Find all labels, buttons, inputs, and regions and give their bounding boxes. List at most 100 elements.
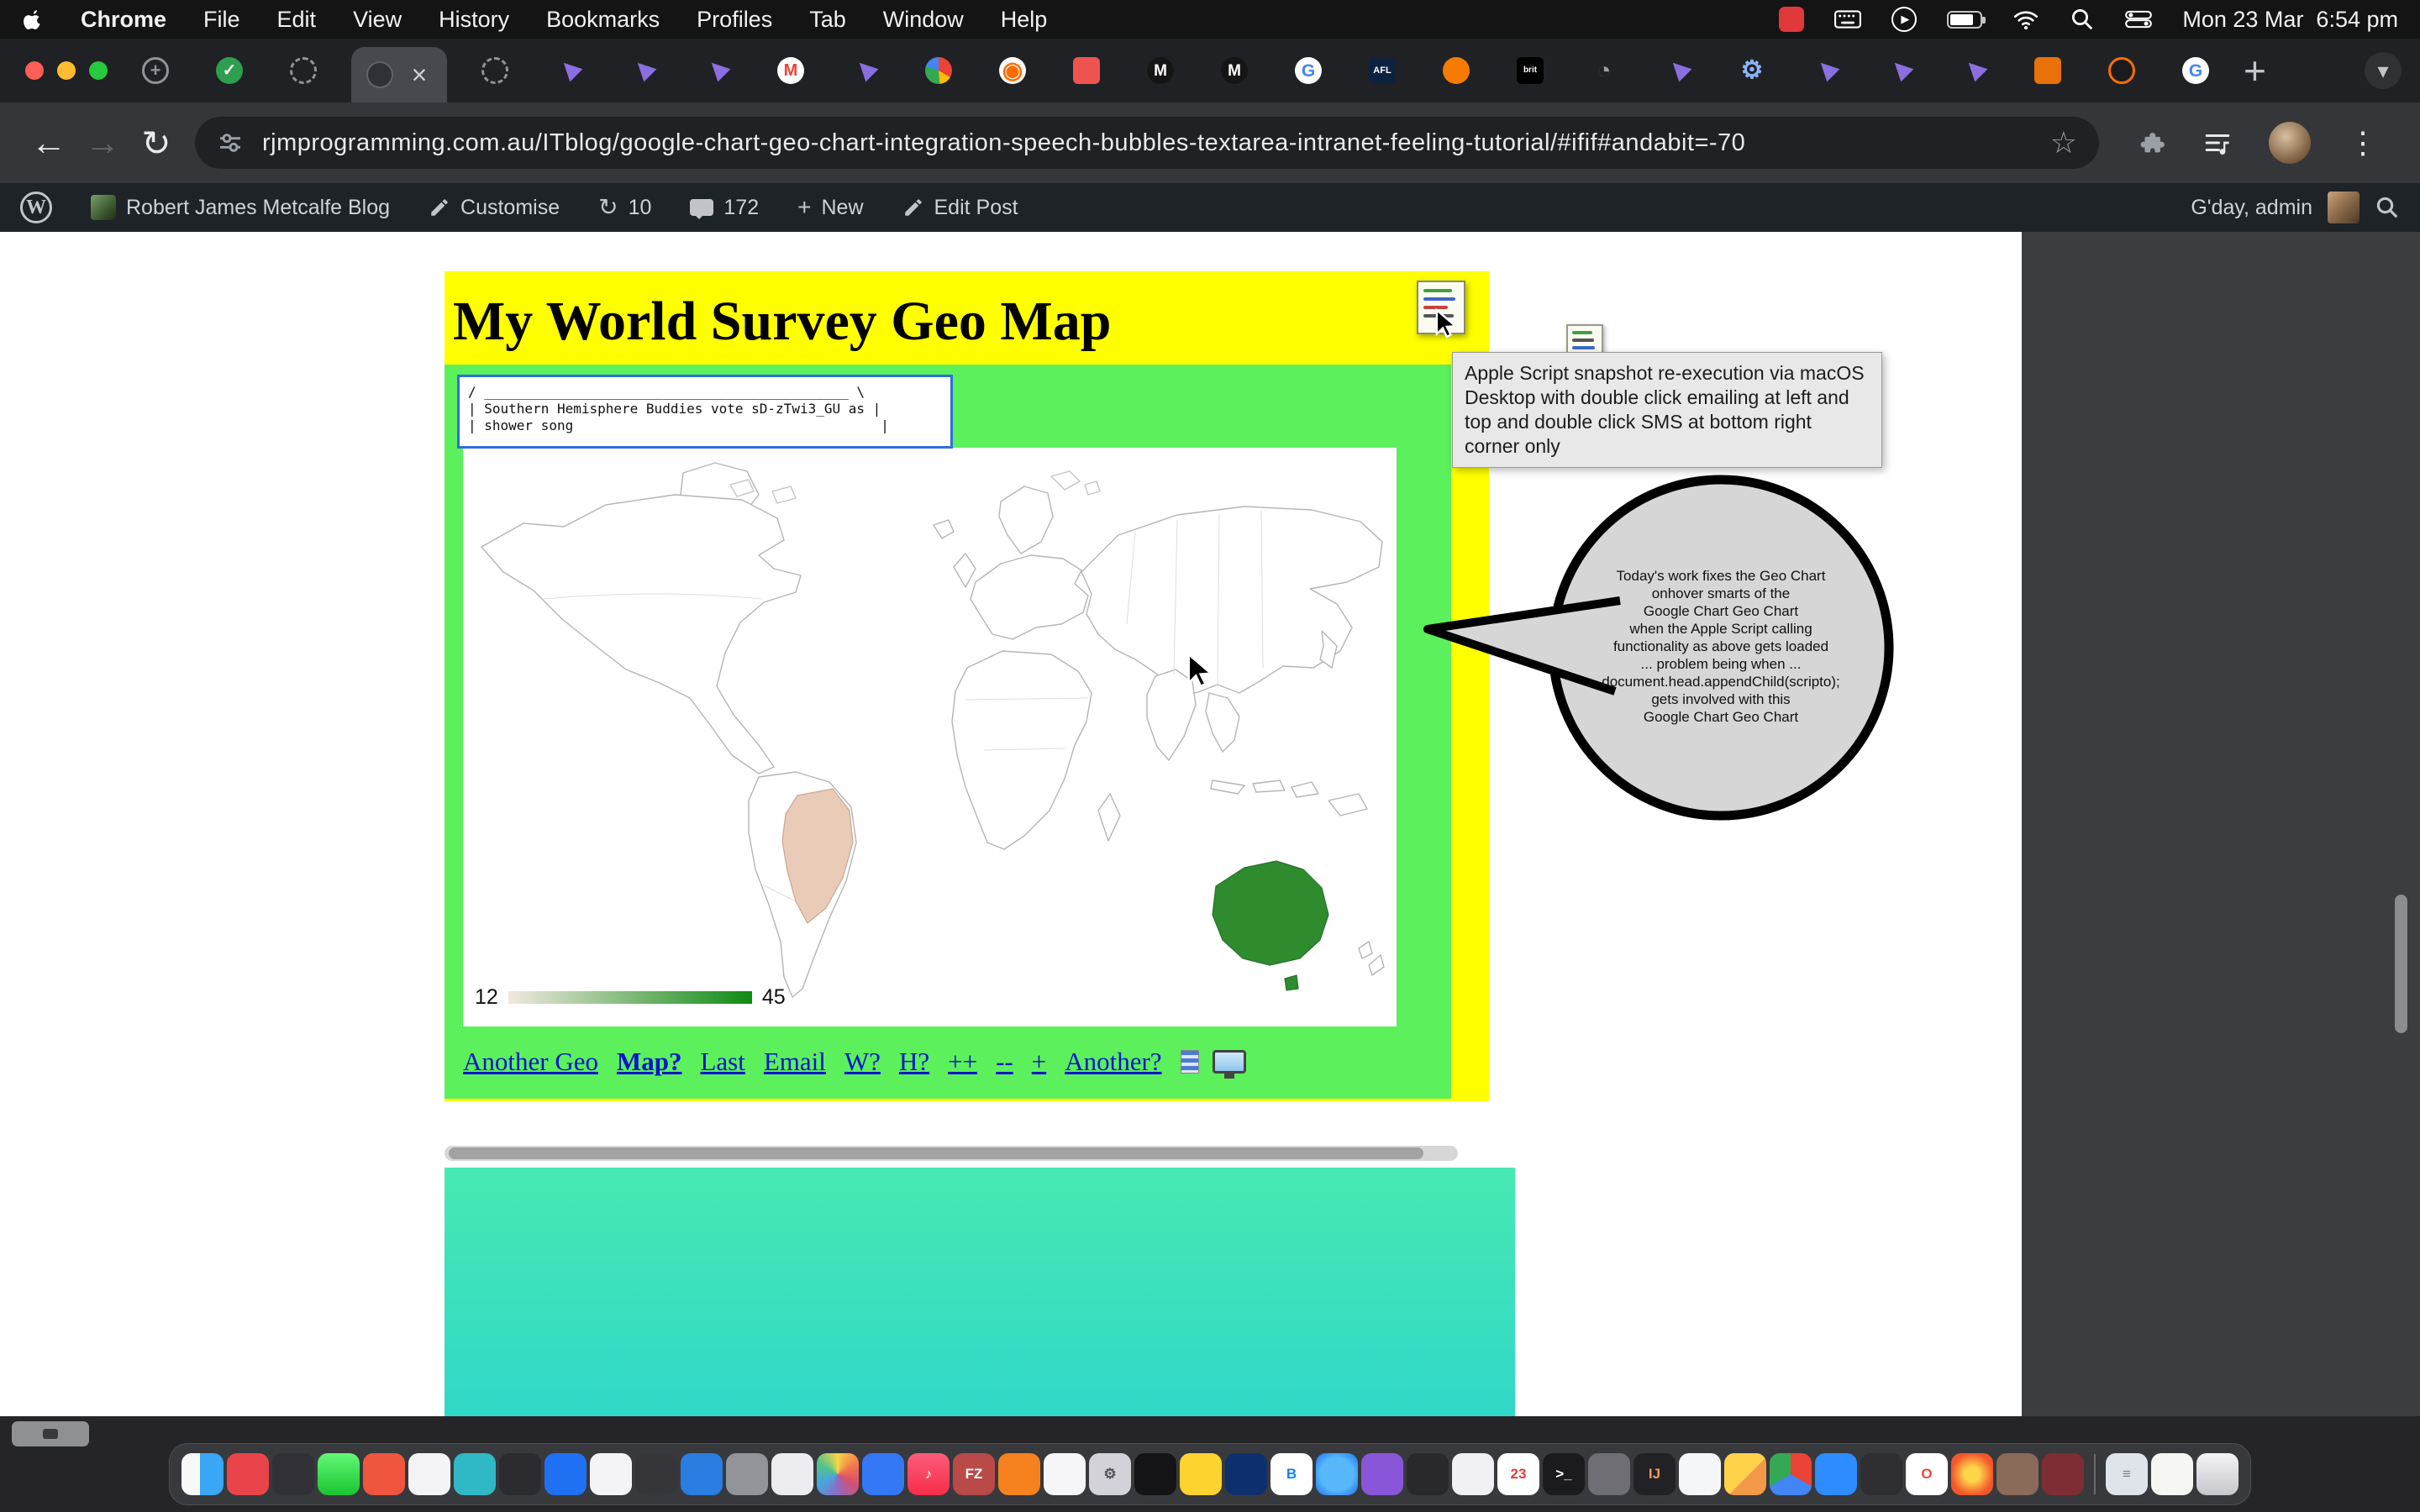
apple-menu-icon[interactable] — [22, 8, 44, 30]
dock-zoom[interactable] — [1815, 1453, 1857, 1495]
active-tab[interactable]: × — [351, 47, 447, 102]
menu-view[interactable]: View — [353, 7, 402, 33]
dock-trash[interactable] — [2196, 1453, 2238, 1495]
pinned-tab-cursor-purple-8[interactable]: ▶ — [1948, 45, 2000, 97]
new-content-menu[interactable]: + New — [797, 196, 863, 220]
profile-avatar[interactable] — [2269, 122, 2311, 164]
battery-icon[interactable] — [1947, 11, 1982, 29]
dock-purple-app[interactable] — [1361, 1453, 1403, 1495]
url-text[interactable]: rjmprogramming.com.au/ITblog/google-char… — [262, 129, 2032, 157]
dock-gray-app[interactable] — [726, 1453, 768, 1495]
tab-close-icon[interactable]: × — [407, 60, 432, 91]
page-vertical-scrollbar[interactable] — [2395, 895, 2407, 1033]
tab-search-chevron-icon[interactable]: ▾ — [2365, 52, 2402, 89]
iframe-horizontal-scrollbar[interactable] — [445, 1146, 1458, 1161]
pinned-tab-google-2[interactable]: G — [2170, 45, 2222, 97]
link-another-geo[interactable]: Another Geo — [463, 1047, 598, 1077]
pinned-tab-cursor-purple-6[interactable]: ▶ — [1800, 45, 1852, 97]
pinned-tab-cursor-purple-1[interactable]: ▶ — [543, 45, 595, 97]
chart-list-icon[interactable] — [1181, 1050, 1199, 1074]
dock-apple-tv[interactable] — [1134, 1453, 1176, 1495]
spotlight-search-icon[interactable] — [2070, 7, 2095, 32]
pinned-tab-chrome[interactable] — [913, 45, 965, 97]
dock-camera-app[interactable] — [1588, 1453, 1630, 1495]
link-map[interactable]: Map? — [617, 1047, 682, 1077]
dock-finder[interactable] — [182, 1453, 224, 1495]
media-controls-icon[interactable] — [2203, 129, 2232, 157]
menu-edit[interactable]: Edit — [277, 7, 317, 33]
dock-intellij[interactable]: IJ — [1634, 1453, 1676, 1495]
dock-safari[interactable] — [1316, 1453, 1358, 1495]
dock-pinwheel-app[interactable] — [1860, 1453, 1902, 1495]
pinned-tab-coral-app[interactable] — [1060, 45, 1113, 97]
link-another[interactable]: Another? — [1065, 1047, 1161, 1077]
status-app-icon[interactable] — [1779, 7, 1804, 32]
comments-menu[interactable]: 172 — [690, 196, 759, 220]
computer-icon[interactable] — [1213, 1050, 1246, 1074]
link-h[interactable]: H? — [899, 1047, 929, 1077]
dock-red-app[interactable] — [227, 1453, 269, 1495]
dock-photos[interactable] — [817, 1453, 859, 1495]
wp-logo-menu[interactable]: W — [20, 192, 52, 223]
menu-help[interactable]: Help — [1001, 7, 1048, 33]
dock-terminal[interactable]: >_ — [1543, 1453, 1585, 1495]
menu-tab[interactable]: Tab — [809, 7, 846, 33]
wifi-icon[interactable] — [2012, 6, 2039, 33]
site-name-menu[interactable]: Robert James Metcalfe Blog — [91, 195, 390, 220]
keyboard-input-icon[interactable] — [1834, 10, 1861, 29]
link-[interactable]: ++ — [948, 1047, 977, 1077]
back-button[interactable]: ← — [22, 123, 76, 163]
pinned-tab-dashed-circle-2[interactable] — [469, 45, 521, 97]
link-email[interactable]: Email — [764, 1047, 826, 1077]
dock-chrome[interactable] — [1770, 1453, 1812, 1495]
pinned-tab-cursor-purple-7[interactable]: ▶ — [1874, 45, 1926, 97]
menu-profiles[interactable]: Profiles — [697, 7, 772, 33]
close-window-button[interactable] — [25, 61, 44, 80]
dock-system-settings[interactable]: ⚙ — [1089, 1453, 1131, 1495]
dock-maps[interactable] — [590, 1453, 632, 1495]
menu-window[interactable]: Window — [883, 7, 964, 33]
forward-button[interactable]: → — [76, 123, 129, 163]
dock-blue-app-1[interactable] — [544, 1453, 587, 1495]
edit-post-menu[interactable]: Edit Post — [902, 196, 1018, 220]
pinned-tab-gmail[interactable]: M — [765, 45, 817, 97]
pinned-tab-medium-1[interactable]: M — [1134, 45, 1186, 97]
dock-orange-red-app[interactable] — [363, 1453, 405, 1495]
extensions-puzzle-icon[interactable] — [2138, 129, 2166, 157]
menubar-clock[interactable]: Mon 23 Mar 6:54 pm — [2182, 7, 2398, 33]
pinned-tab-afl[interactable]: AFL — [1356, 45, 1408, 97]
greeting-label[interactable]: G'day, admin — [2191, 196, 2312, 220]
pinned-tab-orange-circle[interactable] — [1430, 45, 1482, 97]
menu-bookmarks[interactable]: Bookmarks — [546, 7, 660, 33]
control-center-icon[interactable] — [2125, 10, 2152, 29]
pinned-tab-dashed-circle[interactable] — [277, 45, 329, 97]
address-bar[interactable]: rjmprogramming.com.au/ITblog/google-char… — [195, 117, 2099, 169]
dock-blue-app-3[interactable] — [862, 1453, 904, 1495]
pinned-tab-cursor-purple-4[interactable]: ▶ — [839, 45, 891, 97]
pinned-tab-check-green[interactable]: ✓ — [203, 45, 255, 97]
dock-orange-app[interactable] — [998, 1453, 1040, 1495]
dock-filezilla[interactable]: FZ — [953, 1453, 995, 1495]
dock-opera[interactable]: O — [1906, 1453, 1948, 1495]
pinned-tab-history-clock[interactable]: ◔ — [1578, 45, 1630, 97]
desktop-widget-pill[interactable] — [12, 1421, 89, 1446]
dock-navy-app[interactable] — [1225, 1453, 1267, 1495]
dock-teal-app[interactable] — [454, 1453, 496, 1495]
zoom-window-button[interactable] — [89, 61, 108, 80]
menu-history[interactable]: History — [439, 7, 509, 33]
speech-bubble-textarea[interactable]: / ______________________________________… — [457, 375, 953, 449]
dock-yellow-app[interactable] — [1180, 1453, 1222, 1495]
dock-sketch-app[interactable] — [1724, 1453, 1766, 1495]
link-w[interactable]: W? — [844, 1047, 881, 1077]
pinned-tab-medium-2[interactable]: M — [1208, 45, 1260, 97]
dock-darkred-app[interactable] — [2042, 1453, 2084, 1495]
world-geo-chart[interactable]: 12 45 — [463, 448, 1397, 1026]
dock-blue-app-2[interactable] — [681, 1453, 723, 1495]
hscrollbar-thumb[interactable] — [449, 1147, 1423, 1159]
new-tab-button[interactable]: + — [2244, 51, 2266, 90]
pinned-tab-cursor-purple-3[interactable]: ▶ — [691, 45, 743, 97]
menu-chrome[interactable]: Chrome — [81, 7, 166, 33]
minimize-window-button[interactable] — [57, 61, 76, 80]
reload-button[interactable]: ↻ — [129, 123, 183, 164]
pinned-tab-cursor-purple-5[interactable]: ▶ — [1652, 45, 1704, 97]
